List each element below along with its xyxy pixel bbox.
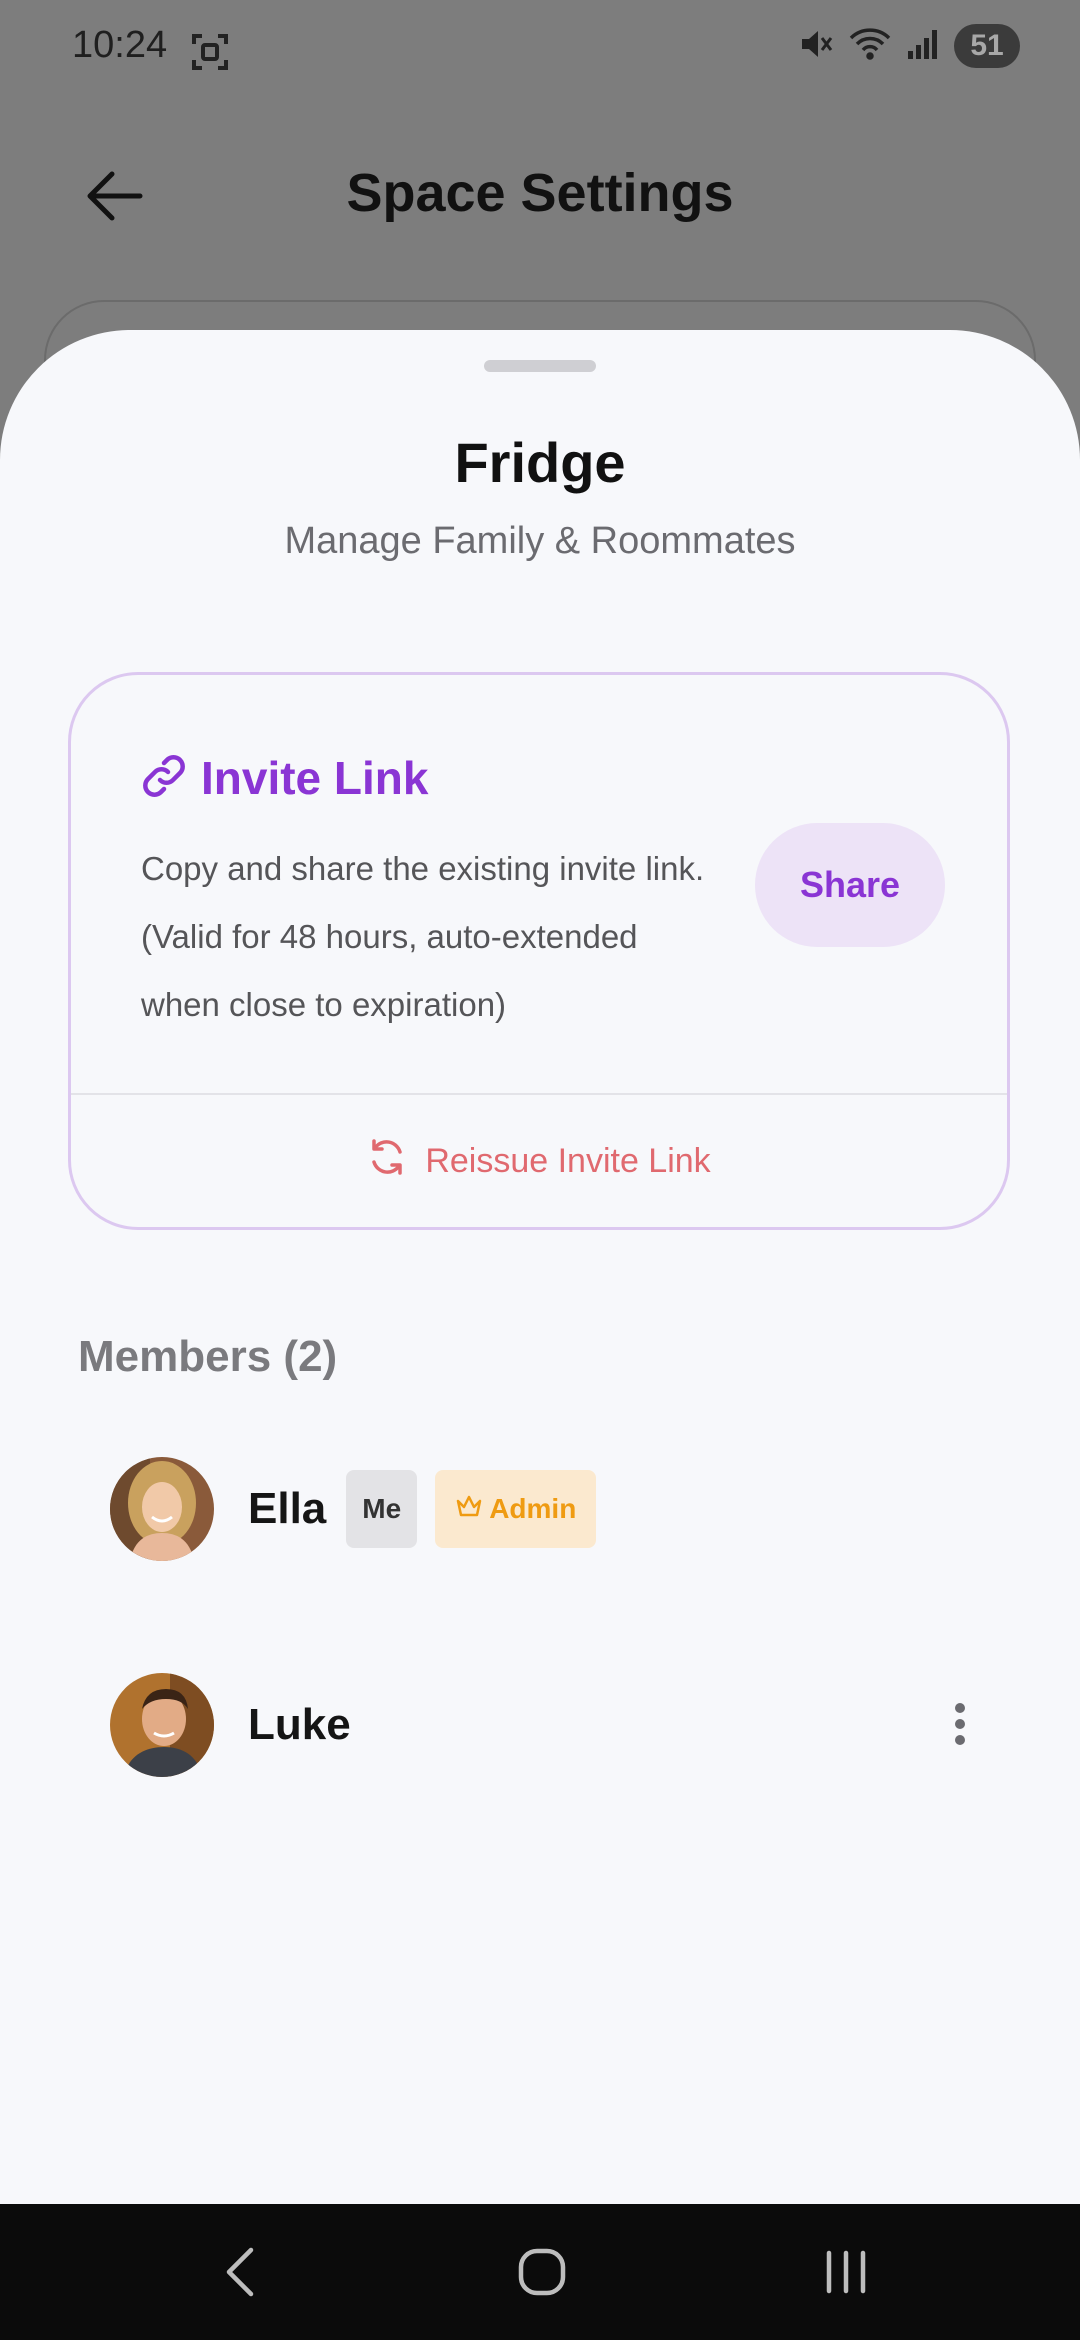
reissue-label: Reissue Invite Link (425, 1141, 711, 1180)
screenshot-icon (190, 32, 230, 77)
admin-badge-label: Admin (489, 1493, 577, 1524)
divider (71, 1093, 1007, 1095)
refresh-icon (367, 1137, 407, 1186)
page-title: Space Settings (346, 163, 734, 223)
sheet-title: Fridge (454, 431, 626, 494)
share-button[interactable]: Share (755, 823, 945, 947)
crown-icon (455, 1493, 483, 1525)
nav-home-icon[interactable] (502, 2242, 582, 2302)
member-row-ella[interactable]: Ella Me Admin (110, 1454, 990, 1564)
members-heading: Members (2) (78, 1332, 338, 1381)
invite-link-card: Invite Link Copy and share the existing … (68, 672, 1010, 1230)
member-name: Ella (248, 1484, 327, 1533)
status-bar: 10:24 51 (0, 0, 1080, 100)
member-row-luke[interactable]: Luke (110, 1670, 990, 1780)
status-icons: 51 (798, 24, 1020, 68)
top-app-bar: Space Settings (0, 140, 1080, 250)
system-navigation-bar (0, 2204, 1080, 2340)
nav-back-icon[interactable] (200, 2242, 280, 2302)
avatar-ella (110, 1457, 214, 1561)
avatar-luke (110, 1673, 214, 1777)
status-time: 10:24 (72, 24, 168, 66)
invite-link-header: Invite Link (141, 751, 428, 805)
battery-icon: 51 (954, 24, 1020, 68)
sheet-subtitle: Manage Family & Roommates (284, 520, 796, 562)
mute-icon (798, 26, 834, 67)
drag-handle[interactable] (484, 360, 596, 372)
admin-badge: Admin (435, 1470, 597, 1548)
reissue-invite-link-button[interactable]: Reissue Invite Link (71, 1111, 1007, 1211)
invite-link-title: Invite Link (201, 752, 429, 804)
signal-icon (906, 27, 940, 66)
member-name: Luke (248, 1700, 351, 1749)
invite-link-description: Copy and share the existing invite link.… (141, 850, 705, 1023)
bottom-sheet: Fridge Manage Family & Roommates Invite … (0, 330, 1080, 2204)
nav-recents-icon[interactable] (806, 2242, 886, 2302)
me-badge: Me (346, 1470, 418, 1548)
more-vert-icon[interactable] (930, 1694, 990, 1754)
link-icon (141, 753, 187, 804)
wifi-icon (848, 26, 892, 67)
